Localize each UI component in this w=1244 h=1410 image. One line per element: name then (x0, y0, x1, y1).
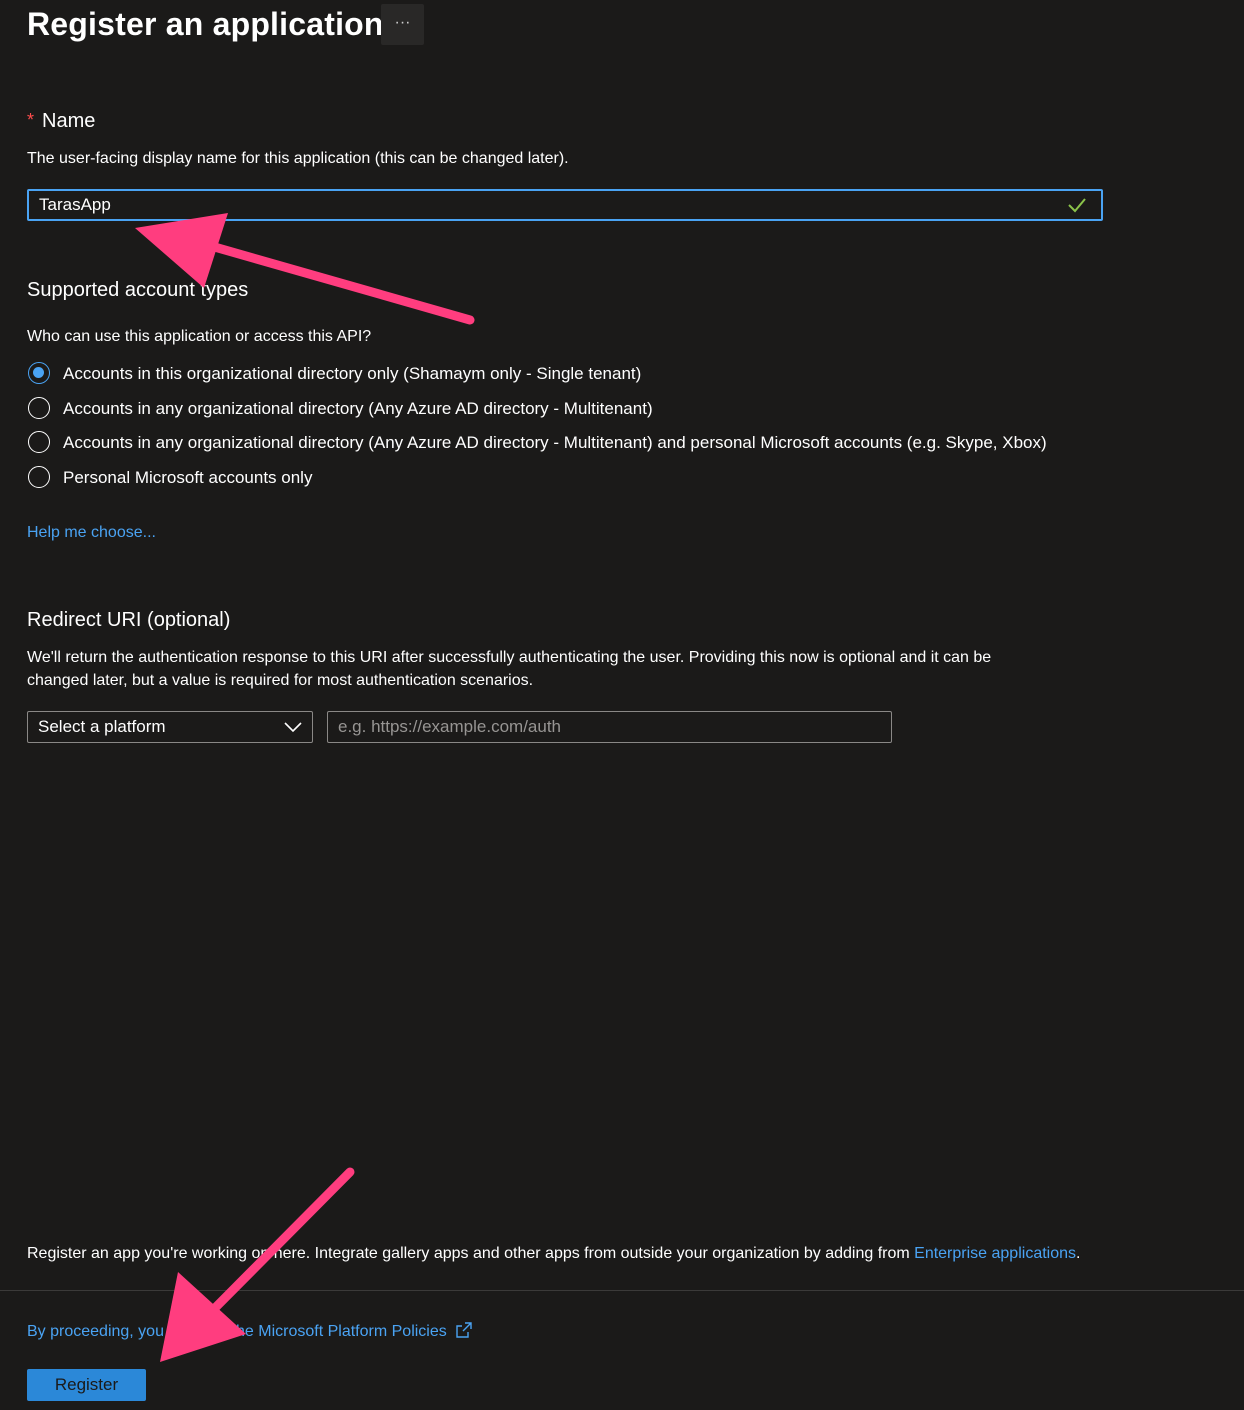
radio-personal-only[interactable] (28, 466, 50, 488)
radio-label-personal-only: Personal Microsoft accounts only (63, 468, 313, 487)
chevron-down-icon (284, 722, 302, 733)
footer-divider (0, 1290, 1244, 1291)
platform-select[interactable]: Select a platform (27, 711, 313, 743)
account-types-heading: Supported account types (27, 279, 249, 301)
radio-label-multitenant-personal: Accounts in any organizational directory… (63, 433, 1047, 452)
redirect-uri-input[interactable] (327, 711, 892, 743)
name-label: Name (42, 110, 96, 132)
annotation-arrow-name (135, 213, 475, 325)
enterprise-applications-link[interactable]: Enterprise applications (914, 1245, 1076, 1262)
redirect-uri-heading: Redirect URI (optional) (27, 609, 231, 631)
footer-info-text: Register an app you're working on here. … (27, 1245, 915, 1262)
radio-single-tenant[interactable] (28, 362, 50, 384)
redirect-description-line2: changed later, but a value is required f… (27, 672, 534, 689)
radio-label-single-tenant: Accounts in this organizational director… (63, 364, 642, 383)
register-button[interactable]: Register (27, 1369, 146, 1401)
checkmark-icon (1068, 198, 1086, 213)
external-link-icon (456, 1322, 472, 1338)
required-marker: * (27, 110, 35, 130)
platform-policies-link[interactable]: By proceeding, you agree to the Microsof… (27, 1321, 473, 1343)
platform-policies-text: By proceeding, you agree to the Microsof… (27, 1323, 447, 1340)
name-description: The user-facing display name for this ap… (27, 150, 569, 167)
page-title: Register an application (27, 6, 384, 42)
radio-multitenant-personal[interactable] (28, 431, 50, 453)
radio-label-multitenant: Accounts in any organizational directory… (63, 399, 653, 418)
help-me-choose-link[interactable]: Help me choose... (27, 522, 156, 544)
radio-multitenant[interactable] (28, 397, 50, 419)
platform-select-value: Select a platform (38, 717, 166, 736)
redirect-description-line1: We'll return the authentication response… (27, 649, 992, 666)
footer-info-end: . (1076, 1245, 1081, 1262)
more-options-button[interactable]: ··· (381, 4, 424, 45)
name-input[interactable] (27, 189, 1103, 221)
account-types-question: Who can use this application or access t… (27, 328, 372, 345)
footer-info: Register an app you're working on here. … (27, 1243, 1080, 1265)
